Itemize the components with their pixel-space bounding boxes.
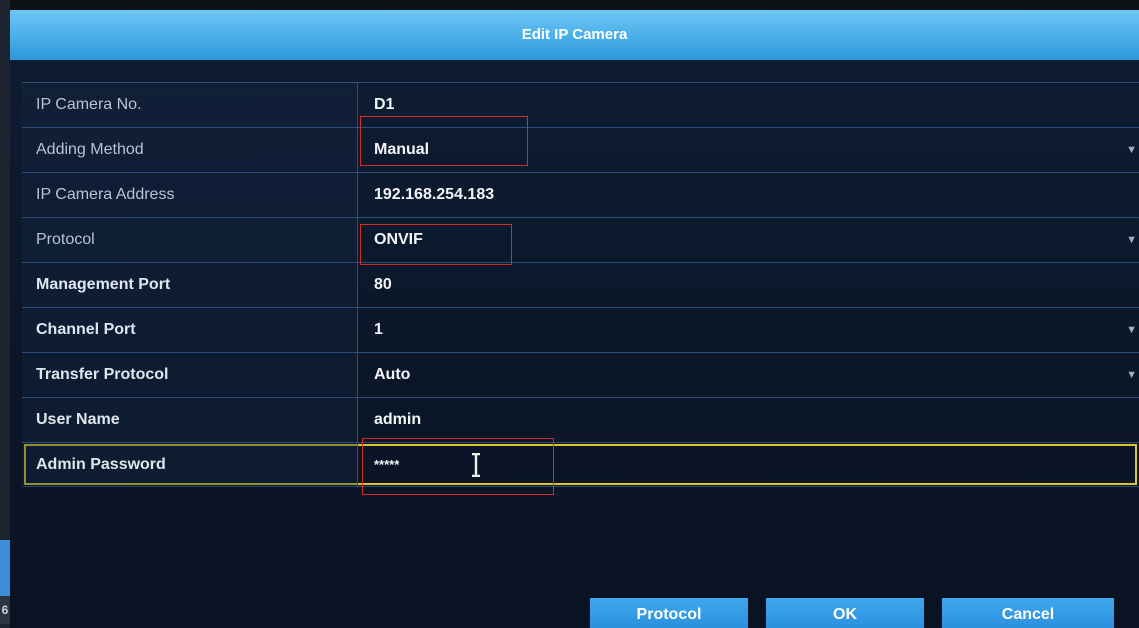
ip-camera-address-field[interactable]: 192.168.254.183: [374, 173, 494, 217]
admin-password-field[interactable]: *****: [374, 443, 399, 487]
row-admin-password[interactable]: Admin Password *****: [22, 442, 1139, 487]
sidebar-page-number: 6: [0, 596, 10, 624]
screen: 6 Edit IP Camera IP Camera No. D1 Adding…: [0, 0, 1139, 628]
chevron-down-icon[interactable]: ▼: [1126, 353, 1137, 397]
edit-ip-camera-dialog: Edit IP Camera IP Camera No. D1 Adding M…: [10, 10, 1139, 628]
row-ip-camera-no: IP Camera No. D1: [22, 82, 1139, 127]
protocol-button[interactable]: Protocol: [590, 598, 748, 628]
protocol-label: Protocol: [22, 218, 358, 262]
ip-camera-no-value: D1: [374, 96, 395, 113]
cancel-button[interactable]: Cancel: [942, 598, 1114, 628]
management-port-label: Management Port: [22, 263, 358, 307]
row-protocol[interactable]: Protocol ONVIF ▼: [22, 217, 1139, 262]
camera-settings-form: IP Camera No. D1 Adding Method Manual ▼ …: [22, 82, 1139, 487]
ip-camera-address-label: IP Camera Address: [22, 173, 358, 217]
chevron-down-icon[interactable]: ▼: [1126, 218, 1137, 262]
ip-camera-no-label: IP Camera No.: [22, 83, 358, 127]
user-name-field[interactable]: admin: [374, 398, 421, 442]
transfer-protocol-label: Transfer Protocol: [22, 353, 358, 397]
user-name-label: User Name: [22, 398, 358, 442]
row-transfer-protocol[interactable]: Transfer Protocol Auto ▼: [22, 352, 1139, 397]
transfer-protocol-select[interactable]: Auto: [374, 353, 410, 397]
dialog-title: Edit IP Camera: [521, 26, 628, 43]
text-cursor-icon: [472, 453, 480, 477]
ok-button[interactable]: OK: [766, 598, 924, 628]
management-port-field[interactable]: 80: [374, 263, 392, 307]
row-user-name[interactable]: User Name admin: [22, 397, 1139, 442]
row-ip-camera-address[interactable]: IP Camera Address 192.168.254.183: [22, 172, 1139, 217]
row-management-port[interactable]: Management Port 80: [22, 262, 1139, 307]
dialog-button-bar: Protocol OK Cancel: [10, 598, 1139, 628]
dialog-title-bar[interactable]: Edit IP Camera: [10, 10, 1139, 60]
admin-password-label: Admin Password: [22, 443, 358, 487]
chevron-down-icon[interactable]: ▼: [1126, 308, 1137, 352]
background-sidebar: 6: [0, 0, 10, 628]
channel-port-label: Channel Port: [22, 308, 358, 352]
sidebar-highlight[interactable]: [0, 540, 10, 596]
protocol-select[interactable]: ONVIF: [374, 218, 423, 262]
adding-method-label: Adding Method: [22, 128, 358, 172]
row-channel-port[interactable]: Channel Port 1 ▼: [22, 307, 1139, 352]
chevron-down-icon[interactable]: ▼: [1126, 128, 1137, 172]
adding-method-select[interactable]: Manual: [374, 128, 429, 172]
row-adding-method[interactable]: Adding Method Manual ▼: [22, 127, 1139, 172]
channel-port-select[interactable]: 1: [374, 308, 383, 352]
